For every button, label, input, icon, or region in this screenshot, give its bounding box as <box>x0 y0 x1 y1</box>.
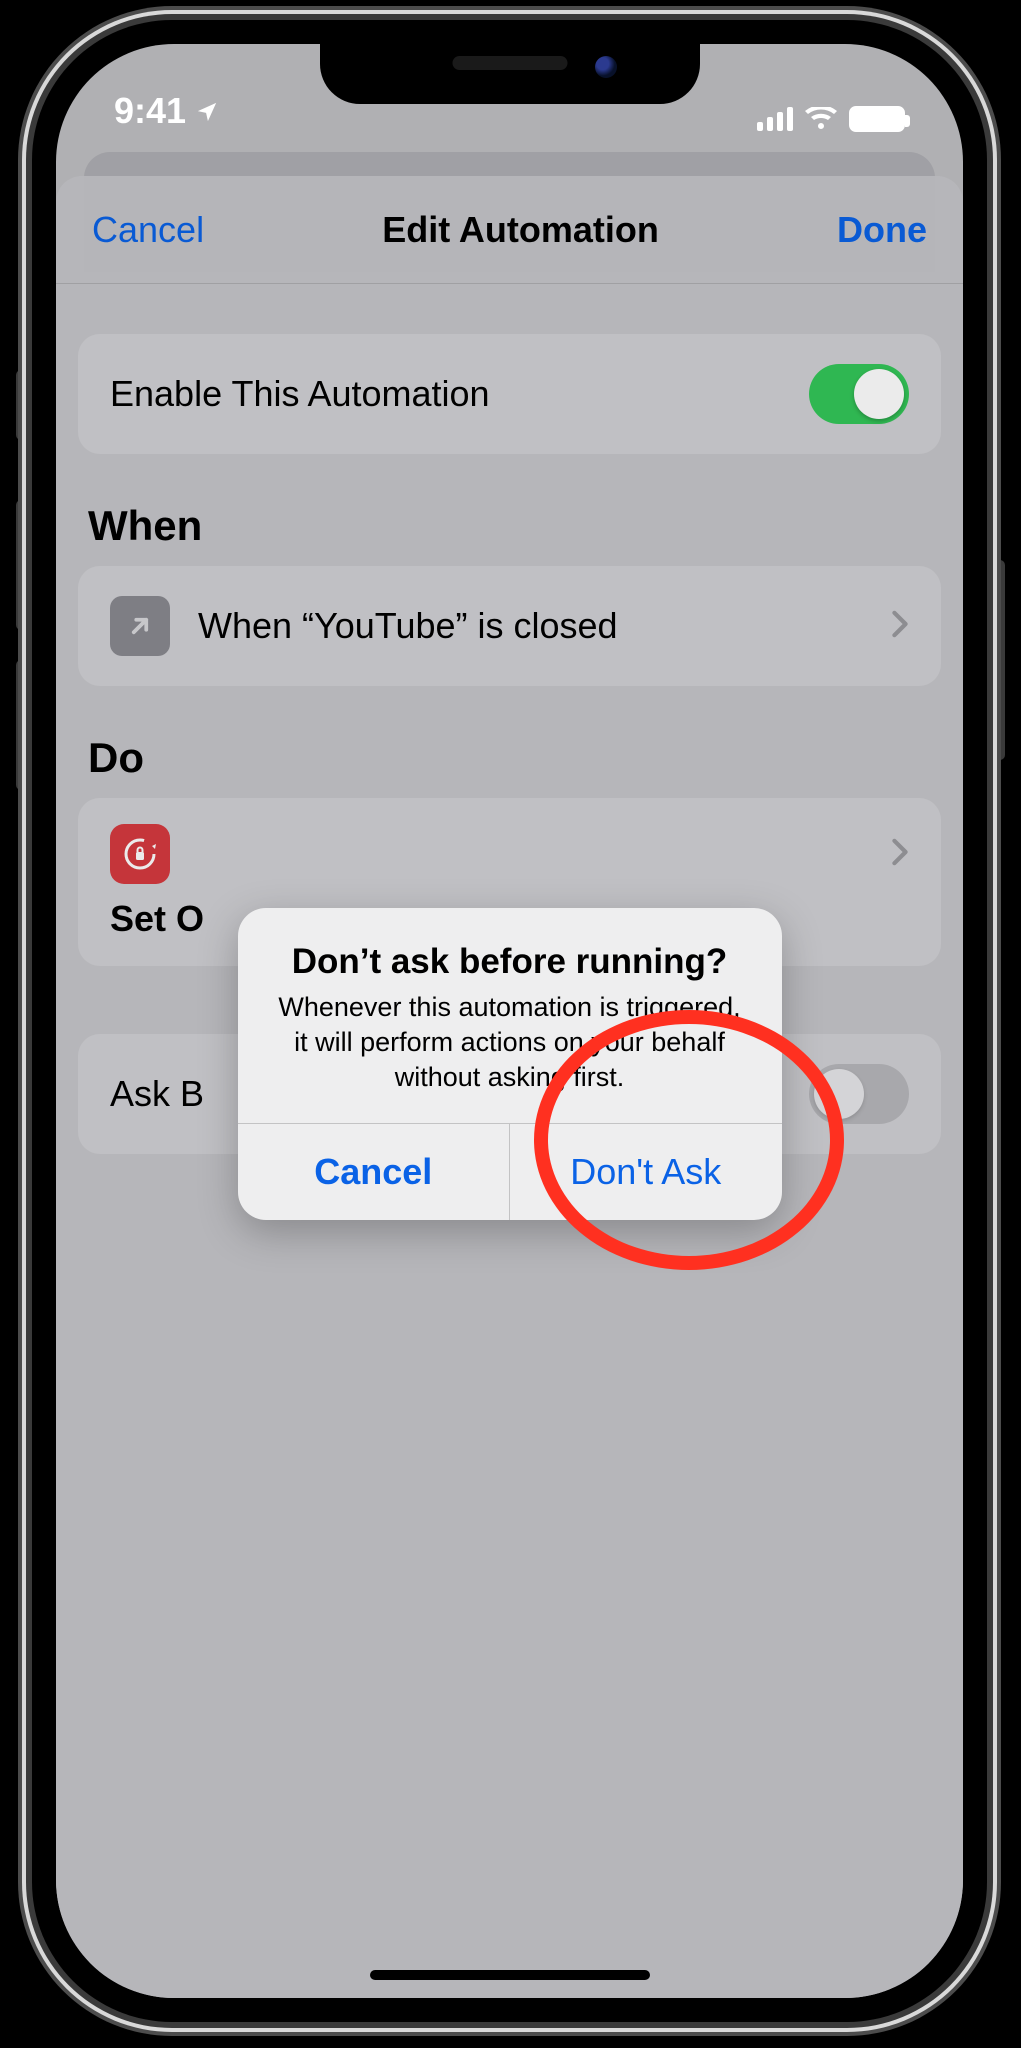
status-time: 9:41 <box>114 90 186 132</box>
alert-dont-ask-button[interactable]: Don't Ask <box>510 1124 782 1220</box>
notch <box>320 40 700 104</box>
front-camera <box>595 56 617 78</box>
edit-automation-sheet: Cancel Edit Automation Done Enable This … <box>56 176 963 1998</box>
location-icon <box>196 90 218 132</box>
volume-down-button[interactable] <box>16 660 26 790</box>
cellular-icon <box>757 107 793 131</box>
volume-up-button[interactable] <box>16 500 26 630</box>
device-frame: 9:41 Cancel Edit Automation <box>32 20 987 2022</box>
alert-cancel-button[interactable]: Cancel <box>238 1124 511 1220</box>
speaker-grille <box>452 56 567 70</box>
battery-icon <box>849 106 905 132</box>
home-indicator[interactable] <box>370 1970 650 1980</box>
wifi-icon <box>805 107 837 131</box>
confirmation-alert: Don’t ask before running? Whenever this … <box>238 908 782 1220</box>
mute-switch[interactable] <box>16 370 26 440</box>
power-button[interactable] <box>995 560 1005 760</box>
screen: 9:41 Cancel Edit Automation <box>56 44 963 1998</box>
alert-title: Don’t ask before running? <box>274 942 746 982</box>
alert-message: Whenever this automation is triggered, i… <box>274 990 746 1095</box>
